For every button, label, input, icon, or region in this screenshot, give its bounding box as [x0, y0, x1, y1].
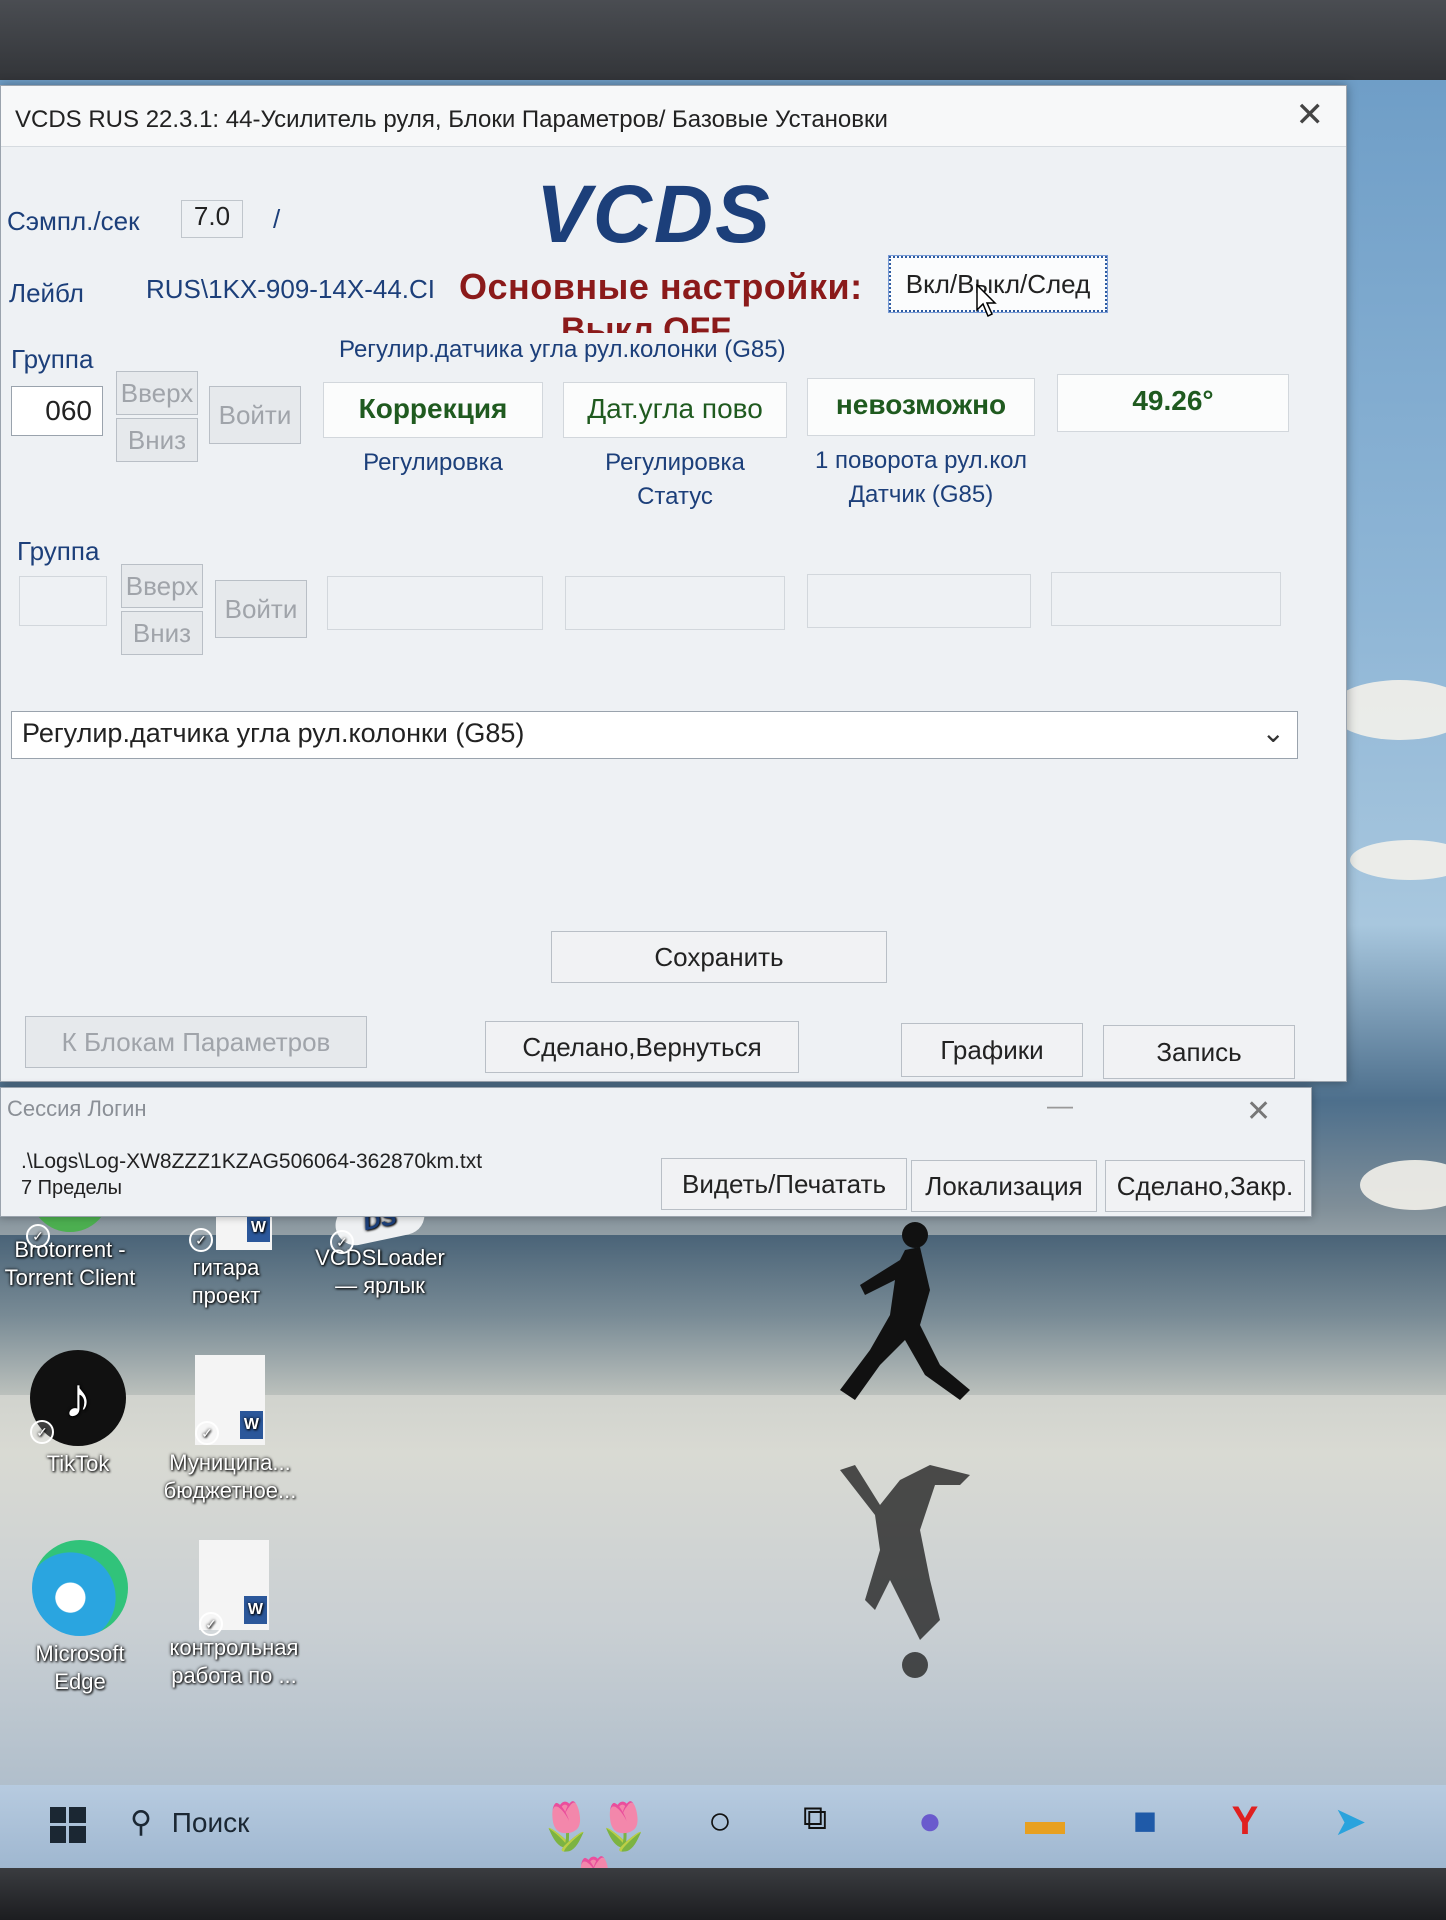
- done-close-button[interactable]: Сделано,Закр.: [1105, 1160, 1305, 1212]
- alice-assistant-icon[interactable]: ●: [900, 1799, 960, 1844]
- taskbar-search-label: Поиск: [171, 1807, 250, 1838]
- samples-per-sec-label: Сэмпл./сек: [7, 206, 140, 236]
- vcds-logo: VCDS: [536, 169, 772, 260]
- cortana-icon[interactable]: ○: [690, 1799, 750, 1844]
- task-view-icon[interactable]: ⧉: [785, 1799, 845, 1838]
- group1-number-input[interactable]: 060: [11, 386, 103, 436]
- graphs-button[interactable]: Графики: [901, 1023, 1083, 1077]
- sync-check-icon: ✓: [30, 1420, 54, 1444]
- desktop-icon-label: TikTok: [46, 1451, 110, 1476]
- file-explorer-icon[interactable]: ▬: [1015, 1799, 1075, 1844]
- sync-check-icon: ✓: [189, 1228, 213, 1252]
- group2-field-3: [807, 574, 1031, 628]
- runner-silhouette: [840, 1222, 970, 1400]
- desktop-icon-control-work-doc[interactable]: W ✓ контрольная работа по ...: [164, 1540, 304, 1690]
- desktop-icon-label: Microsoft Edge: [35, 1641, 125, 1694]
- group1-field-3: невозможно: [807, 378, 1035, 436]
- session-window-title: Сессия Логин: [7, 1096, 147, 1121]
- group-select-value: Регулир.датчика угла рул.колонки (G85): [22, 718, 525, 748]
- desktop-icon-municipal-doc[interactable]: W ✓ Муниципа... бюджетное...: [160, 1355, 300, 1505]
- desktop-icon-guitar-project[interactable]: W ✓ гитара проект: [156, 1210, 296, 1310]
- log-file-path: .\Logs\Log-XW8ZZZ1KZAG506064-362870km.tx…: [21, 1150, 483, 1173]
- search-icon: ⚲: [130, 1806, 152, 1839]
- close-icon[interactable]: ✕: [1296, 98, 1325, 132]
- telegram-icon[interactable]: ➤: [1320, 1799, 1380, 1845]
- log-count: 7 Пределы: [21, 1177, 123, 1199]
- save-button[interactable]: Сохранить: [551, 931, 887, 983]
- title-bar: VCDS RUS 22.3.1: 44-Усилитель руля, Блок…: [1, 86, 1346, 147]
- yandex-browser-icon[interactable]: Y: [1215, 1799, 1275, 1844]
- chevron-down-icon[interactable]: ⌄: [1262, 716, 1285, 749]
- runner-reflection: [840, 1465, 970, 1678]
- sync-check-icon: ✓: [199, 1612, 223, 1636]
- group2-down-button[interactable]: Вниз: [121, 611, 203, 655]
- group2-field-1: [327, 576, 543, 630]
- minimize-icon[interactable]: —: [1047, 1090, 1073, 1121]
- sync-check-icon: ✓: [26, 1224, 50, 1248]
- group2-field-2: [565, 576, 785, 630]
- window-title: VCDS RUS 22.3.1: 44-Усилитель руля, Блок…: [15, 106, 888, 133]
- close-icon[interactable]: ✕: [1246, 1094, 1271, 1129]
- group1-field-3-label: 1 поворота рул.кол Датчик (G85): [815, 447, 1027, 508]
- basic-settings-status: Выкл OFF: [561, 311, 732, 333]
- group1-field-2: Дат.угла пово: [563, 382, 787, 438]
- desktop-icon-microsoft-edge[interactable]: Microsoft Edge: [10, 1540, 150, 1696]
- samples-per-sec-value: 7.0: [181, 200, 243, 238]
- sync-check-icon: ✓: [195, 1421, 219, 1445]
- edge-icon: [32, 1540, 128, 1636]
- sync-check-icon: ✓: [330, 1230, 354, 1254]
- group1-field-1-label: Регулировка: [363, 449, 503, 476]
- group1-up-button[interactable]: Вверх: [116, 371, 198, 415]
- localization-button[interactable]: Локализация: [911, 1160, 1097, 1212]
- taskbar: ⚲ Поиск 🌷🌷🌷 ○ ⧉ ● ▬ ■ Y ➤: [0, 1785, 1446, 1907]
- done-return-button[interactable]: Сделано,Вернуться: [485, 1021, 799, 1073]
- group1-title: Регулир.датчика угла рул.колонки (G85): [339, 336, 786, 363]
- record-button[interactable]: Запись: [1103, 1025, 1295, 1079]
- label-file-value: RUS\1KX-909-14X-44.CI: [146, 274, 436, 304]
- desktop-icon-tiktok[interactable]: ♪ ✓ TikTok: [8, 1350, 148, 1478]
- samples-separator: /: [273, 204, 281, 234]
- monitor-bezel-bottom: [0, 1868, 1446, 1920]
- group2-field-4: [1051, 572, 1281, 626]
- group2-number-input[interactable]: [19, 576, 107, 626]
- desktop-icon-label: Муниципа... бюджетное...: [163, 1450, 297, 1503]
- session-login-window: Сессия Логин — ✕ .\Logs\Log-XW8ZZZ1KZAG5…: [0, 1087, 1312, 1217]
- group2-up-button[interactable]: Вверх: [121, 564, 203, 608]
- view-print-button[interactable]: Видеть/Печатать: [661, 1158, 907, 1210]
- back-to-blocks-button[interactable]: К Блокам Параметров: [25, 1016, 367, 1068]
- cloud: [1360, 1160, 1446, 1210]
- mouse-cursor-icon: [976, 284, 997, 318]
- taskbar-search[interactable]: ⚲ Поиск: [130, 1805, 249, 1840]
- windows-start-icon[interactable]: [50, 1807, 86, 1843]
- desktop-icon-label: VCDSLoader — ярлык: [315, 1245, 445, 1298]
- group1-field-1: Коррекция: [323, 382, 543, 438]
- desktop-icon-label: гитара проект: [191, 1255, 261, 1308]
- basic-settings-heading: Основные настройки:: [459, 266, 863, 307]
- on-off-next-button[interactable]: Вкл/Выкл/След: [888, 255, 1108, 313]
- group1-field-2-label: Регулировка Статус: [605, 449, 745, 510]
- microsoft-store-icon[interactable]: ■: [1115, 1799, 1175, 1844]
- cloud: [1330, 680, 1446, 740]
- desktop-icon-label: контрольная работа по ...: [169, 1635, 299, 1688]
- group1-enter-button[interactable]: Войти: [209, 386, 301, 444]
- label-file-label: Лейбл: [9, 278, 84, 308]
- group2-label: Группа: [17, 536, 100, 566]
- group1-label: Группа: [11, 344, 94, 374]
- group2-enter-button[interactable]: Войти: [215, 580, 307, 638]
- group1-down-button[interactable]: Вниз: [116, 418, 198, 462]
- desktop-icon-label: Brotorrent - Torrent Client: [4, 1237, 136, 1290]
- cloud: [1350, 840, 1446, 880]
- group1-field-4: 49.26°: [1057, 374, 1289, 432]
- vcds-main-window: VCDS RUS 22.3.1: 44-Усилитель руля, Блок…: [0, 85, 1347, 1082]
- group-select-dropdown[interactable]: Регулир.датчика угла рул.колонки (G85) ⌄: [11, 711, 1298, 759]
